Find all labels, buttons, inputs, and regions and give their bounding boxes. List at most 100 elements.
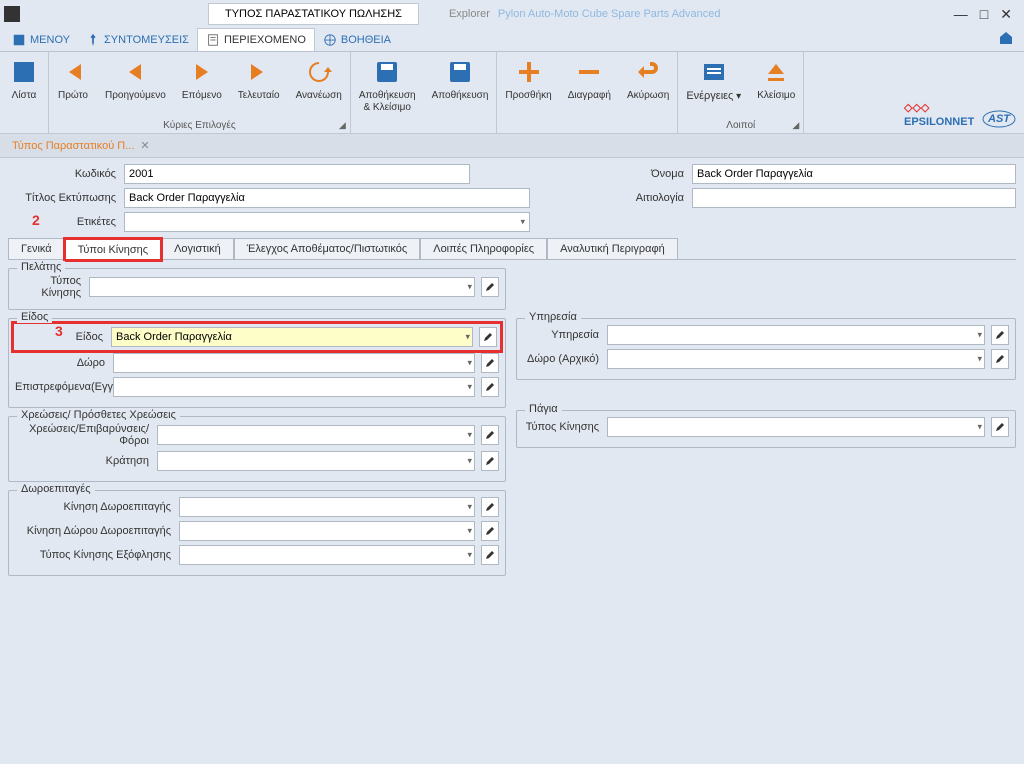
- redemption-type-input[interactable]: [179, 545, 475, 565]
- group-other-expand[interactable]: ◢: [792, 120, 799, 131]
- home-icon[interactable]: [998, 30, 1014, 49]
- edit-voucher-gift-movement-button[interactable]: [481, 521, 499, 541]
- previous-label: Προηγούμενο: [105, 90, 166, 102]
- legend-gift-vouchers: Δωροεπιταγές: [17, 483, 95, 495]
- edit-service-button[interactable]: [991, 325, 1009, 345]
- menu-content[interactable]: ΠΕΡΙΕΧΟΜΕΝΟ: [197, 28, 315, 51]
- group-main-expand[interactable]: ◢: [339, 120, 346, 131]
- movement-type-input[interactable]: [89, 277, 475, 297]
- fieldset-fixed-assets: Πάγια Τύπος Κίνησης ▾: [516, 410, 1016, 448]
- save-label: Αποθήκευση: [432, 90, 489, 102]
- edit-charges-button[interactable]: [481, 425, 499, 445]
- menu-help-label: ΒΟΗΘΕΙΑ: [341, 34, 391, 46]
- refresh-icon: [305, 58, 333, 86]
- edit-redemption-type-button[interactable]: [481, 545, 499, 565]
- fixed-movement-label: Τύπος Κίνησης: [523, 421, 603, 433]
- cancel-button[interactable]: Ακύρωση: [619, 52, 677, 117]
- item-input[interactable]: [111, 327, 473, 347]
- edit-fixed-movement-button[interactable]: [991, 417, 1009, 437]
- pin-icon: [86, 33, 100, 47]
- book-icon: [10, 58, 38, 86]
- gift-label: Δώρο: [15, 357, 109, 369]
- edit-gift-original-button[interactable]: [991, 349, 1009, 369]
- service-input[interactable]: [607, 325, 985, 345]
- next-icon: [188, 58, 216, 86]
- subtab-general[interactable]: Γενικά: [8, 238, 65, 259]
- voucher-gift-movement-input[interactable]: [179, 521, 475, 541]
- gift-original-label: Δώρο (Αρχικό): [523, 353, 603, 365]
- first-label: Πρώτο: [58, 90, 88, 102]
- fieldset-service: Υπηρεσία Υπηρεσία ▾ Δώρο (Αρχικό) ▾: [516, 318, 1016, 380]
- charges-input[interactable]: [157, 425, 475, 445]
- next-button[interactable]: Επόμενο: [174, 52, 230, 117]
- actions-button[interactable]: Ενέργειες ▾: [678, 52, 749, 117]
- last-button[interactable]: Τελευταίο: [230, 52, 288, 117]
- edit-withholding-button[interactable]: [481, 451, 499, 471]
- edit-item-button[interactable]: [479, 327, 497, 347]
- gift-original-input[interactable]: [607, 349, 985, 369]
- close-button[interactable]: Κλείσιμο: [749, 52, 803, 117]
- movement-type-label: Τύπος Κίνησης: [15, 275, 85, 299]
- withholding-input[interactable]: [157, 451, 475, 471]
- minimize-button[interactable]: —: [954, 6, 968, 23]
- menu-help[interactable]: ΒΟΗΘΕΙΑ: [315, 29, 399, 51]
- menu-content-label: ΠΕΡΙΕΧΟΜΕΝΟ: [224, 34, 306, 46]
- name-input[interactable]: [692, 164, 1016, 184]
- voucher-movement-label: Κίνηση Δωροεπιταγής: [15, 501, 175, 513]
- fieldset-item: Είδος 3 Είδος ▾ Δώρο ▾ Επισ: [8, 318, 506, 408]
- returned-input[interactable]: [113, 377, 475, 397]
- first-button[interactable]: Πρώτο: [49, 52, 97, 117]
- service-label: Υπηρεσία: [523, 329, 603, 341]
- edit-voucher-movement-button[interactable]: [481, 497, 499, 517]
- group-other-label: Λοιποί: [726, 120, 755, 131]
- subtab-movement-types[interactable]: Τύποι Κίνησης: [65, 239, 161, 260]
- delete-label: Διαγραφή: [568, 90, 611, 102]
- save-button[interactable]: Αποθήκευση: [424, 52, 497, 117]
- chevron-down-icon: ▾: [520, 217, 525, 228]
- save-close-button[interactable]: Αποθήκευση & Κλείσιμο: [351, 52, 424, 117]
- document-tab[interactable]: Τύπος Παραστατικού Π... ✕: [4, 135, 158, 156]
- print-title-input[interactable]: [124, 188, 530, 208]
- subtab-analytical[interactable]: Αναλυτική Περιγραφή: [547, 238, 678, 259]
- delete-button[interactable]: Διαγραφή: [560, 52, 619, 117]
- tab-close-icon[interactable]: ✕: [140, 139, 149, 152]
- titlebar: ΤΥΠΟΣ ΠΑΡΑΣΤΑΤΙΚΟΥ ΠΩΛΗΣΗΣ Explorer Pylo…: [0, 0, 1024, 28]
- code-label: Κωδικός: [8, 168, 116, 180]
- close-window-button[interactable]: ✕: [1000, 6, 1012, 23]
- subtab-stock-credit[interactable]: Έλεγχος Αποθέματος/Πιστωτικός: [234, 238, 421, 259]
- voucher-movement-input[interactable]: [179, 497, 475, 517]
- add-button[interactable]: Προσθήκη: [497, 52, 559, 117]
- reason-input[interactable]: [692, 188, 1016, 208]
- document-tab-label: Τύπος Παραστατικού Π...: [12, 140, 134, 152]
- maximize-button[interactable]: □: [980, 6, 988, 23]
- edit-gift-button[interactable]: [481, 353, 499, 373]
- name-label: Όνομα: [478, 168, 684, 180]
- subtab-other-info[interactable]: Λοιπές Πληροφορίες: [420, 238, 547, 259]
- list-button[interactable]: Λίστα: [0, 52, 48, 117]
- last-icon: [245, 58, 273, 86]
- eject-icon: [762, 58, 790, 86]
- refresh-button[interactable]: Ανανέωση: [288, 52, 350, 117]
- plus-icon: [515, 58, 543, 86]
- legend-fixed-assets: Πάγια: [525, 403, 562, 415]
- withholding-label: Κράτηση: [15, 455, 153, 467]
- ast-logo: AST: [982, 109, 1016, 129]
- edit-returned-button[interactable]: [481, 377, 499, 397]
- menu-shortcuts[interactable]: ΣΥΝΤΟΜΕΥΣΕΙΣ: [78, 29, 197, 51]
- epsilonnet-logo: ◇◇◇EPSILONNET: [904, 99, 974, 129]
- code-input[interactable]: [124, 164, 470, 184]
- edit-movement-type-button[interactable]: [481, 277, 499, 297]
- subtab-accounting[interactable]: Λογιστική: [161, 238, 234, 259]
- gift-input[interactable]: [113, 353, 475, 373]
- fixed-movement-input[interactable]: [607, 417, 985, 437]
- menu-menu[interactable]: ΜΕΝΟΥ: [4, 29, 78, 51]
- minus-icon: [575, 58, 603, 86]
- tags-select[interactable]: ▾: [124, 212, 530, 232]
- charges-label: Χρεώσεις/Επιβαρύνσεις/Φόροι: [15, 423, 153, 447]
- first-icon: [59, 58, 87, 86]
- legend-charges: Χρεώσεις/ Πρόσθετες Χρεώσεις: [17, 409, 180, 421]
- list-label: Λίστα: [12, 90, 37, 102]
- previous-button[interactable]: Προηγούμενο: [97, 52, 174, 117]
- prev-icon: [121, 58, 149, 86]
- explorer-label: Explorer: [449, 8, 490, 20]
